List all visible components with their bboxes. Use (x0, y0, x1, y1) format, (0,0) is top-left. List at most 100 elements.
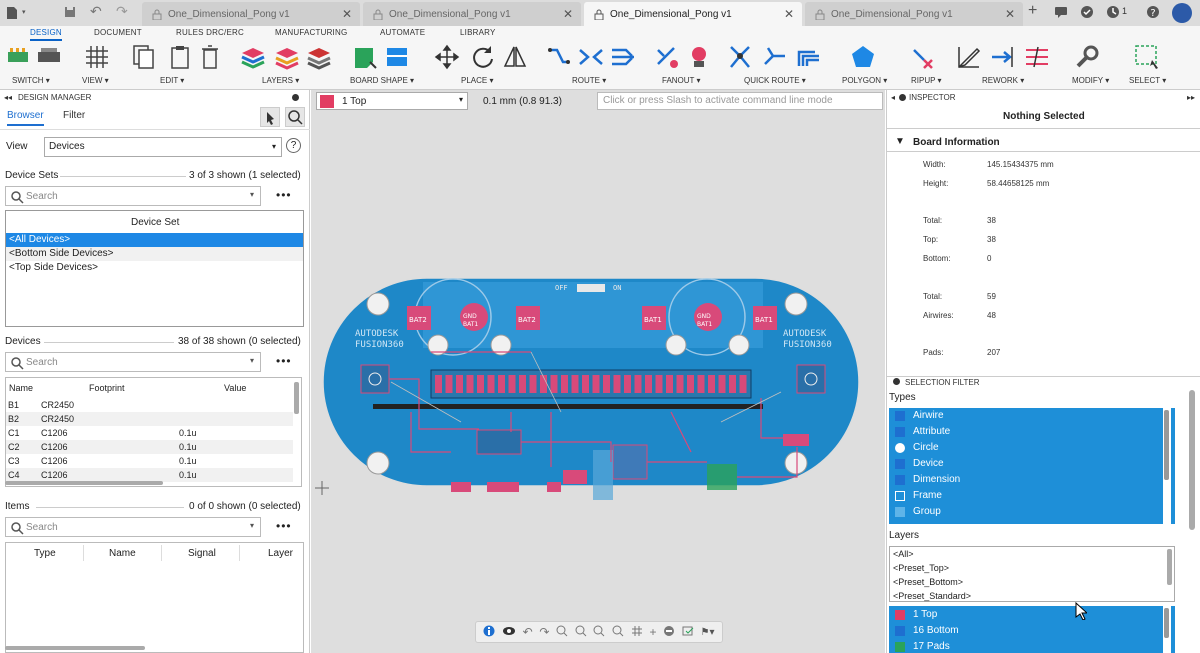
more-options-icon[interactable]: ••• (276, 188, 292, 202)
device-set-column-header[interactable]: Device Set (131, 217, 179, 228)
list-item[interactable]: Airwire (895, 408, 944, 424)
group-route[interactable]: ROUTE ▾ (572, 76, 606, 85)
extensions-icon[interactable] (1080, 5, 1094, 22)
list-item[interactable]: <All Devices> (6, 233, 303, 247)
layers-scrollbar-track[interactable] (1163, 606, 1171, 653)
list-item[interactable]: 16 Bottom (895, 623, 959, 639)
layers-top-icon[interactable] (274, 44, 300, 73)
column-header-footprint[interactable]: Footprint (89, 383, 125, 393)
ribbon-tab-library[interactable]: LIBRARY (460, 28, 496, 37)
zoom-to-selection-icon[interactable] (285, 107, 305, 127)
table-row[interactable]: C2 C1206 0.1u (6, 440, 293, 454)
undo-icon[interactable]: ↶ (90, 3, 102, 20)
save-icon[interactable] (64, 6, 76, 21)
file-icon[interactable] (6, 6, 18, 23)
group-board-shape[interactable]: BOARD SHAPE ▾ (350, 76, 414, 85)
group-ripup[interactable]: RIPUP ▾ (911, 76, 942, 85)
command-line-input[interactable]: Click or press Slash to activate command… (597, 92, 883, 110)
list-item[interactable]: <Preset_Top> (890, 561, 1160, 575)
ripup-icon[interactable] (910, 44, 936, 73)
route-icon[interactable] (546, 44, 572, 73)
column-header-layer[interactable]: Layer (268, 548, 293, 559)
avatar[interactable] (1172, 3, 1192, 23)
close-tab-icon[interactable]: ✕ (784, 7, 794, 21)
devices-search-input[interactable]: Search ▾ (5, 352, 261, 372)
paste-icon[interactable] (170, 44, 190, 73)
devices-horizontal-scrollbar[interactable] (5, 481, 163, 485)
section-collapse-icon[interactable]: ▼ (895, 136, 905, 147)
stop-icon[interactable] (663, 625, 675, 640)
eye-icon[interactable] (502, 626, 516, 639)
items-horizontal-scrollbar[interactable] (5, 646, 145, 650)
fanout-bga-icon[interactable] (686, 44, 712, 73)
presets-scrollbar[interactable] (1167, 549, 1172, 585)
table-row[interactable]: C4 C1206 0.1u (6, 468, 293, 482)
switch-schematic-icon[interactable] (6, 44, 32, 73)
chat-icon[interactable] (1054, 6, 1068, 21)
pcb-canvas[interactable]: 1 Top ▾ 0.1 mm (0.8 91.3) Click or press… (311, 90, 885, 653)
list-item[interactable]: 17 Pads (895, 639, 950, 653)
ribbon-tab-manufacturing[interactable]: MANUFACTURING (275, 28, 347, 37)
ribbon-tab-automate[interactable]: AUTOMATE (380, 28, 425, 37)
group-modify[interactable]: MODIFY ▾ (1072, 76, 1109, 85)
tab-browser[interactable]: Browser (7, 110, 44, 126)
column-header-type[interactable]: Type (34, 548, 56, 559)
quick-route-all-icon[interactable] (796, 44, 822, 73)
group-switch[interactable]: SWITCH ▾ (12, 76, 50, 85)
list-item[interactable]: 1 Top (895, 607, 937, 623)
document-tab-3[interactable]: One_Dimensional_Pong v1 ✕ (584, 2, 802, 26)
zoom-selection-icon[interactable] (612, 625, 624, 640)
modify-icon[interactable] (1074, 44, 1100, 73)
list-item[interactable]: <Preset_Standard> (890, 589, 1160, 603)
active-layer-select[interactable]: 1 Top ▾ (316, 92, 468, 110)
help-icon[interactable]: ? (286, 138, 301, 153)
list-item[interactable]: <All> (890, 547, 1160, 561)
group-polygon[interactable]: POLYGON ▾ (842, 76, 887, 85)
group-rework[interactable]: REWORK ▾ (982, 76, 1024, 85)
rotate-icon[interactable] (470, 44, 496, 73)
list-item[interactable]: Attribute (895, 424, 950, 440)
filter-panel-scrollbar[interactable] (1189, 390, 1195, 530)
quick-route-icon[interactable] (728, 44, 754, 73)
mirror-icon[interactable] (502, 44, 528, 73)
copy-icon[interactable] (132, 44, 156, 73)
redo-icon[interactable]: ↷ (116, 3, 128, 20)
switch-3d-icon[interactable] (36, 44, 62, 73)
types-scrollbar-track[interactable] (1163, 408, 1171, 524)
board-outline-icon[interactable] (384, 44, 410, 73)
tab-filter[interactable]: Filter (63, 110, 85, 121)
collapse-inspector-icon[interactable]: ◂ (891, 93, 895, 102)
close-tab-icon[interactable]: ✕ (563, 7, 573, 21)
layers-icon[interactable] (240, 44, 266, 73)
column-header-name[interactable]: Name (109, 548, 136, 559)
list-item[interactable]: Group (895, 504, 941, 520)
rework-icon[interactable] (956, 44, 982, 73)
panel-options-icon[interactable] (292, 94, 299, 101)
list-item[interactable]: <Preset_Bottom> (890, 575, 1160, 589)
list-item[interactable]: <Bottom Side Devices> (6, 247, 303, 261)
group-select[interactable]: SELECT ▾ (1129, 76, 1166, 85)
list-item[interactable]: Device (895, 456, 944, 472)
column-header-signal[interactable]: Signal (188, 548, 216, 559)
device-sets-search-input[interactable]: Search ▾ (5, 186, 261, 206)
column-header-value[interactable]: Value (224, 383, 246, 393)
board-shape-icon[interactable] (352, 44, 378, 73)
polygon-icon[interactable] (850, 44, 876, 73)
more-options-icon[interactable]: ••• (276, 519, 292, 533)
column-header-name[interactable]: Name (9, 383, 33, 393)
view-select[interactable]: Devices ▾ (44, 137, 282, 157)
grid-icon[interactable] (631, 625, 643, 640)
ribbon-tab-design[interactable]: DESIGN (30, 28, 62, 41)
redo-icon[interactable]: ↷ (539, 625, 549, 639)
table-row[interactable]: C3 C1206 0.1u (6, 454, 293, 468)
zoom-fit-icon[interactable] (593, 625, 605, 640)
list-item[interactable]: Circle (895, 440, 939, 456)
close-tab-icon[interactable]: ✕ (1005, 7, 1015, 21)
new-tab-icon[interactable]: + (1028, 2, 1037, 20)
list-item[interactable]: <Top Side Devices> (6, 261, 303, 275)
job-status-icon[interactable] (1106, 5, 1120, 22)
group-place[interactable]: PLACE ▾ (461, 76, 493, 85)
table-row[interactable]: C1 C1206 0.1u (6, 426, 293, 440)
panel-options-icon[interactable] (893, 378, 900, 385)
document-tab-2[interactable]: One_Dimensional_Pong v1 ✕ (363, 2, 581, 26)
